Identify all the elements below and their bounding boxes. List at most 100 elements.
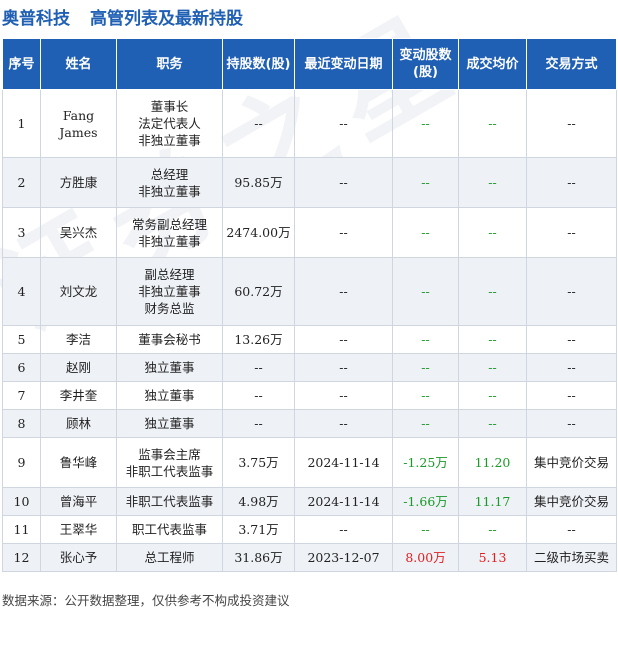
cell-name: 曾海平	[40, 487, 117, 516]
cell-role: 常务副总经理 非独立董事	[116, 207, 223, 258]
col-header-role: 职务	[116, 38, 223, 90]
cell-trade-method: --	[526, 157, 617, 208]
role-line: 副总经理	[144, 267, 195, 282]
cell-role: 监事会主席 非职工代表监事	[116, 437, 223, 488]
cell-index: 10	[2, 487, 41, 516]
cell-change-date: --	[294, 89, 393, 158]
table-row: 2 方胜康 总经理 非独立董事 95.85万 -- -- -- --	[2, 157, 617, 208]
cell-index: 2	[2, 157, 41, 208]
cell-trade-method: --	[526, 409, 617, 438]
cell-change-date: --	[294, 325, 393, 354]
cell-avg-price: 11.20	[458, 437, 527, 488]
cell-index: 5	[2, 325, 41, 354]
role-line: 总经理	[150, 166, 189, 182]
table-header-row: 序号 姓名 职务 持股数(股) 最近变动日期 变动股数(股) 成交均价 交易方式	[2, 38, 617, 90]
col-header-change-date: 最近变动日期	[294, 38, 393, 90]
page-header: 奥普科技 高管列表及最新持股	[0, 0, 618, 30]
cell-shares: --	[222, 381, 295, 410]
cell-name: 方胜康	[40, 157, 117, 208]
cell-role: 职工代表监事	[116, 515, 223, 544]
cell-role: 独立董事	[116, 381, 223, 410]
cell-role: 非职工代表监事	[116, 487, 223, 516]
cell-shares: 60.72万	[222, 257, 295, 326]
cell-index: 1	[2, 89, 41, 158]
cell-shares: 4.98万	[222, 487, 295, 516]
role-line: 非职工代表监事	[125, 494, 214, 509]
cell-avg-price: --	[458, 515, 527, 544]
cell-index: 3	[2, 207, 41, 258]
cell-change-shares: --	[392, 89, 459, 158]
role-line: 独立董事	[144, 388, 195, 403]
cell-trade-method: --	[526, 207, 617, 258]
role-line: 财务总监	[144, 301, 195, 316]
role-line: 董事会秘书	[138, 332, 201, 347]
cell-avg-price: --	[458, 325, 527, 354]
cell-index: 9	[2, 437, 41, 488]
cell-index: 12	[2, 543, 41, 572]
col-header-change-shares: 变动股数(股)	[392, 38, 459, 90]
table-row: 8 顾林 独立董事 -- -- -- -- --	[2, 409, 617, 438]
role-line: 独立董事	[144, 416, 195, 431]
cell-change-date: 2023-12-07	[294, 543, 393, 572]
cell-shares: 3.71万	[222, 515, 295, 544]
cell-trade-method: --	[526, 257, 617, 326]
cell-name: 顾林	[40, 409, 117, 438]
cell-role: 副总经理非独立董事财务总监	[116, 257, 223, 326]
role-line: 常务副总经理	[131, 216, 207, 232]
cell-change-date: --	[294, 353, 393, 382]
table-row: 3 吴兴杰 常务副总经理 非独立董事 2474.00万 -- -- -- --	[2, 207, 617, 258]
cell-role: 独立董事	[116, 353, 223, 382]
table-row: 12 张心予 总工程师 31.86万 2023-12-07 8.00万 5.13 二级市场买卖	[2, 543, 617, 572]
table-row: 5 李洁 董事会秘书 13.26万 -- -- -- --	[2, 325, 617, 354]
table-row: 6 赵刚 独立董事 -- -- -- -- --	[2, 353, 617, 382]
cell-role: 总工程师	[116, 543, 223, 572]
role-line: 非独立董事	[138, 183, 201, 199]
cell-trade-method: 集中竞价交易	[526, 487, 617, 516]
col-header-index: 序号	[2, 38, 41, 90]
cell-shares: 31.86万	[222, 543, 295, 572]
cell-avg-price: --	[458, 409, 527, 438]
col-header-avg-price: 成交均价	[458, 38, 527, 90]
cell-change-date: --	[294, 515, 393, 544]
role-line: 非独立董事	[138, 233, 201, 249]
cell-avg-price: --	[458, 157, 527, 208]
table-row: 9 鲁华峰 监事会主席 非职工代表监事 3.75万 2024-11-14 -1.25万 11.…	[2, 437, 617, 488]
cell-index: 6	[2, 353, 41, 382]
cell-trade-method: --	[526, 515, 617, 544]
cell-index: 11	[2, 515, 41, 544]
cell-shares: --	[222, 89, 295, 158]
cell-avg-price: --	[458, 381, 527, 410]
cell-change-shares: -1.25万	[392, 437, 459, 488]
col-header-shares: 持股数(股)	[222, 38, 295, 90]
role-line: 非独立董事	[138, 284, 201, 299]
cell-index: 4	[2, 257, 41, 326]
table-row: 1 Fang James 董事长 法定代表人 非独立董事 -- -- -- -- --	[2, 89, 617, 158]
cell-avg-price: 11.17	[458, 487, 527, 516]
cell-change-shares: --	[392, 409, 459, 438]
cell-role: 董事长 法定代表人 非独立董事	[116, 89, 223, 158]
cell-name: 吴兴杰	[40, 207, 117, 258]
cell-avg-price: --	[458, 353, 527, 382]
table-row: 7 李井奎 独立董事 -- -- -- -- --	[2, 381, 617, 410]
cell-change-shares: --	[392, 257, 459, 326]
cell-trade-method: --	[526, 325, 617, 354]
cell-shares: 3.75万	[222, 437, 295, 488]
cell-role: 独立董事	[116, 409, 223, 438]
executives-table: 序号 姓名 职务 持股数(股) 最近变动日期 变动股数(股) 成交均价 交易方式 1 Fang …	[2, 38, 617, 572]
cell-name: 李洁	[40, 325, 117, 354]
cell-role: 董事会秘书	[116, 325, 223, 354]
cell-name: Fang James	[40, 89, 117, 158]
table-row: 11 王翠华 职工代表监事 3.71万 -- -- -- --	[2, 515, 617, 544]
cell-name: 李井奎	[40, 381, 117, 410]
cell-name: 王翠华	[40, 515, 117, 544]
role-line: 非职工代表监事	[125, 463, 214, 479]
cell-index: 8	[2, 409, 41, 438]
cell-change-date: --	[294, 257, 393, 326]
cell-trade-method: --	[526, 381, 617, 410]
role-line: 法定代表人	[138, 116, 201, 131]
cell-avg-price: --	[458, 207, 527, 258]
table-row: 10 曾海平 非职工代表监事 4.98万 2024-11-14 -1.66万 11.17 集中…	[2, 487, 617, 516]
cell-change-shares: --	[392, 353, 459, 382]
cell-trade-method: --	[526, 353, 617, 382]
table-row: 4 刘文龙 副总经理 非独立董事 财务总监 60.72万 -- -- -- --	[2, 257, 617, 326]
